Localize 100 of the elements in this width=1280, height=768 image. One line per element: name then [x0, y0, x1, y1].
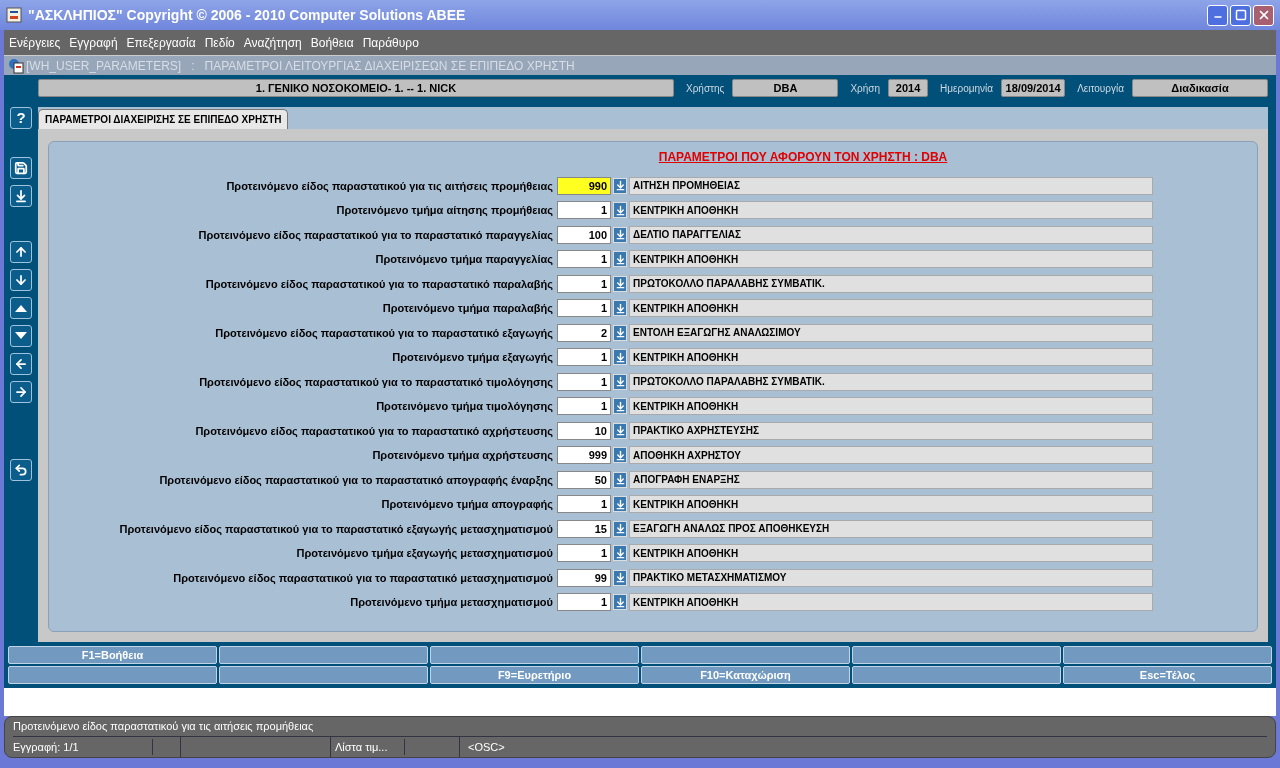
lookup-button[interactable]	[613, 471, 627, 488]
left-arrow-icon	[14, 357, 28, 371]
code-field[interactable]: 1	[557, 274, 611, 293]
undo-button[interactable]	[10, 459, 32, 481]
form-icon	[8, 57, 24, 74]
description-field: ΚΕΝΤΡΙΚΗ ΑΠΟΘΗΚΗ	[629, 299, 1153, 318]
lookup-icon	[614, 498, 626, 510]
code-field[interactable]: 1	[557, 593, 611, 612]
up-arrow-button[interactable]	[10, 241, 32, 263]
field-label: Προτεινόμενο τμήμα αίτησης προμήθειας	[335, 203, 554, 219]
list-indicator: Λίστα τιμ...	[331, 738, 405, 756]
lookup-button[interactable]	[613, 594, 627, 611]
description-field: ΚΕΝΤΡΙΚΗ ΑΠΟΘΗΚΗ	[629, 201, 1153, 220]
lookup-button[interactable]	[613, 349, 627, 366]
lookup-button[interactable]	[613, 496, 627, 513]
triangle-down-button[interactable]	[10, 325, 32, 347]
lookup-icon	[614, 596, 626, 608]
field-label: Προτεινόμενο είδος παραστατικού για το παραστατικό εξαγωγής μετασχηματισμού	[118, 521, 554, 537]
lookup-button[interactable]	[613, 300, 627, 317]
code-field[interactable]: 10	[557, 421, 611, 440]
lookup-button[interactable]	[613, 569, 627, 586]
lookup-button[interactable]	[613, 447, 627, 464]
description-field: ΚΕΝΤΡΙΚΗ ΑΠΟΘΗΚΗ	[629, 348, 1153, 367]
field-label: Προτεινόμενο τμήμα απογραφής	[380, 497, 554, 513]
download-button[interactable]	[10, 185, 32, 207]
lookup-button[interactable]	[613, 520, 627, 537]
lookup-button[interactable]	[613, 226, 627, 243]
minimize-button[interactable]	[1207, 4, 1228, 26]
window-title: "ΑΣΚΛΗΠΙΟΣ" Copyright © 2006 - 2010 Computer Solutions ABEE	[28, 5, 466, 25]
undo-icon	[14, 463, 28, 477]
menu-item[interactable]: Παράθυρο	[362, 33, 419, 52]
description-field: ΔΕΛΤΙΟ ΠΑΡΑΓΓΕΛΙΑΣ	[629, 225, 1153, 244]
code-field[interactable]: 99	[557, 568, 611, 587]
field-label: Προτεινόμενο τμήμα παραλαβής	[381, 301, 554, 317]
save-icon	[14, 161, 28, 175]
lookup-icon	[614, 572, 626, 584]
close-button[interactable]	[1253, 4, 1274, 26]
description-field: ΕΝΤΟΛΗ ΕΞΑΓΩΓΗΣ ΑΝΑΛΩΣΙΜΟΥ	[629, 323, 1153, 342]
lookup-button[interactable]	[613, 324, 627, 341]
download-icon	[14, 189, 28, 203]
code-field[interactable]: 1	[557, 397, 611, 416]
triangle-up-button[interactable]	[10, 297, 32, 319]
menu-item[interactable]: Επεξεργασία	[126, 33, 196, 52]
code-field[interactable]: 999	[557, 446, 611, 465]
field-label: Προτεινόμενο τμήμα εξαγωγής	[391, 350, 554, 366]
code-field[interactable]: 990	[557, 176, 611, 195]
lookup-button[interactable]	[613, 545, 627, 562]
left-arrow-button[interactable]	[10, 353, 32, 375]
menu-item[interactable]: Εγγραφή	[69, 33, 118, 52]
code-field[interactable]: 50	[557, 470, 611, 489]
lookup-button[interactable]	[613, 251, 627, 268]
header-label: Λειτουργία	[1077, 81, 1124, 96]
save-button[interactable]	[10, 157, 32, 179]
lookup-button[interactable]	[613, 373, 627, 390]
code-field[interactable]: 1	[557, 372, 611, 391]
field-label: Προτεινόμενο είδος παραστατικού για το παραστατικό αχρήστευσης	[194, 423, 554, 439]
menu-item[interactable]: Αναζήτηση	[243, 33, 302, 52]
code-field[interactable]: 2	[557, 323, 611, 342]
lookup-icon	[614, 327, 626, 339]
menu-item[interactable]: Πεδίο	[204, 33, 235, 52]
status-hint: Προτεινόμενο είδος παραστατικού για τις αιτήσεις προμήθειας	[13, 717, 1267, 737]
lookup-icon	[614, 425, 626, 437]
description-field: ΑΠΟΘΗΚΗ ΑΧΡΗΣΤΟΥ	[629, 446, 1153, 465]
lookup-icon	[614, 278, 626, 290]
code-field[interactable]: 100	[557, 225, 611, 244]
lookup-icon	[614, 351, 626, 363]
code-field[interactable]: 1	[557, 348, 611, 367]
menu-item[interactable]: Βοήθεια	[310, 33, 354, 52]
lookup-button[interactable]	[613, 202, 627, 219]
lookup-icon	[614, 253, 626, 265]
description-field: ΠΡΑΚΤΙΚΟ ΑΧΡΗΣΤΕΥΣΗΣ	[629, 421, 1153, 440]
code-field[interactable]: 1	[557, 299, 611, 318]
lookup-button[interactable]	[613, 275, 627, 292]
lookup-button[interactable]	[613, 422, 627, 439]
menu-item[interactable]: Ενέργειες	[9, 33, 61, 52]
description-field: ΚΕΝΤΡΙΚΗ ΑΠΟΘΗΚΗ	[629, 250, 1153, 269]
down-arrow-button[interactable]	[10, 269, 32, 291]
code-field[interactable]: 1	[557, 250, 611, 269]
field-label: Προτεινόμενο τμήμα παραγγελίας	[374, 252, 554, 268]
description-field: ΚΕΝΤΡΙΚΗ ΑΠΟΘΗΚΗ	[629, 397, 1153, 416]
code-field[interactable]: 1	[557, 201, 611, 220]
tab[interactable]: ΠΑΡΑΜΕΤΡΟΙ ΔΙΑΧΕΙΡΙΣΗΣ ΣΕ ΕΠΙΠΕΔΟ ΧΡΗΣΤΗ	[38, 108, 289, 129]
maximize-icon	[1234, 9, 1247, 21]
header-label: Ημερομηνία	[940, 81, 994, 96]
lookup-button[interactable]	[613, 177, 627, 194]
lookup-icon	[614, 302, 626, 314]
help-button[interactable]: ?	[10, 107, 32, 129]
field-label: Προτεινόμενο είδος παραστατικού για το παραστατικό τιμολόγησης	[198, 374, 554, 390]
code-field[interactable]: 15	[557, 519, 611, 538]
description-field: ΠΡΩΤΟΚΟΛΛΟ ΠΑΡΑΛΑΒΗΣ ΣΥΜΒΑΤΙΚ.	[629, 274, 1153, 293]
header-label: Χρήστης	[686, 81, 725, 96]
lookup-button[interactable]	[613, 398, 627, 415]
code-field[interactable]: 1	[557, 495, 611, 514]
code-field[interactable]: 1	[557, 544, 611, 563]
description-field: ΠΡΩΤΟΚΟΛΛΟ ΠΑΡΑΛΑΒΗΣ ΣΥΜΒΑΤΙΚ.	[629, 372, 1153, 391]
header-field: Διαδικασία	[1132, 79, 1268, 97]
lookup-icon	[614, 400, 626, 412]
field-label: Προτεινόμενο είδος παραστατικού για το παραστατικό απογραφής έναρξης	[158, 472, 554, 488]
maximize-button[interactable]	[1230, 4, 1251, 26]
right-arrow-button[interactable]	[10, 381, 32, 403]
